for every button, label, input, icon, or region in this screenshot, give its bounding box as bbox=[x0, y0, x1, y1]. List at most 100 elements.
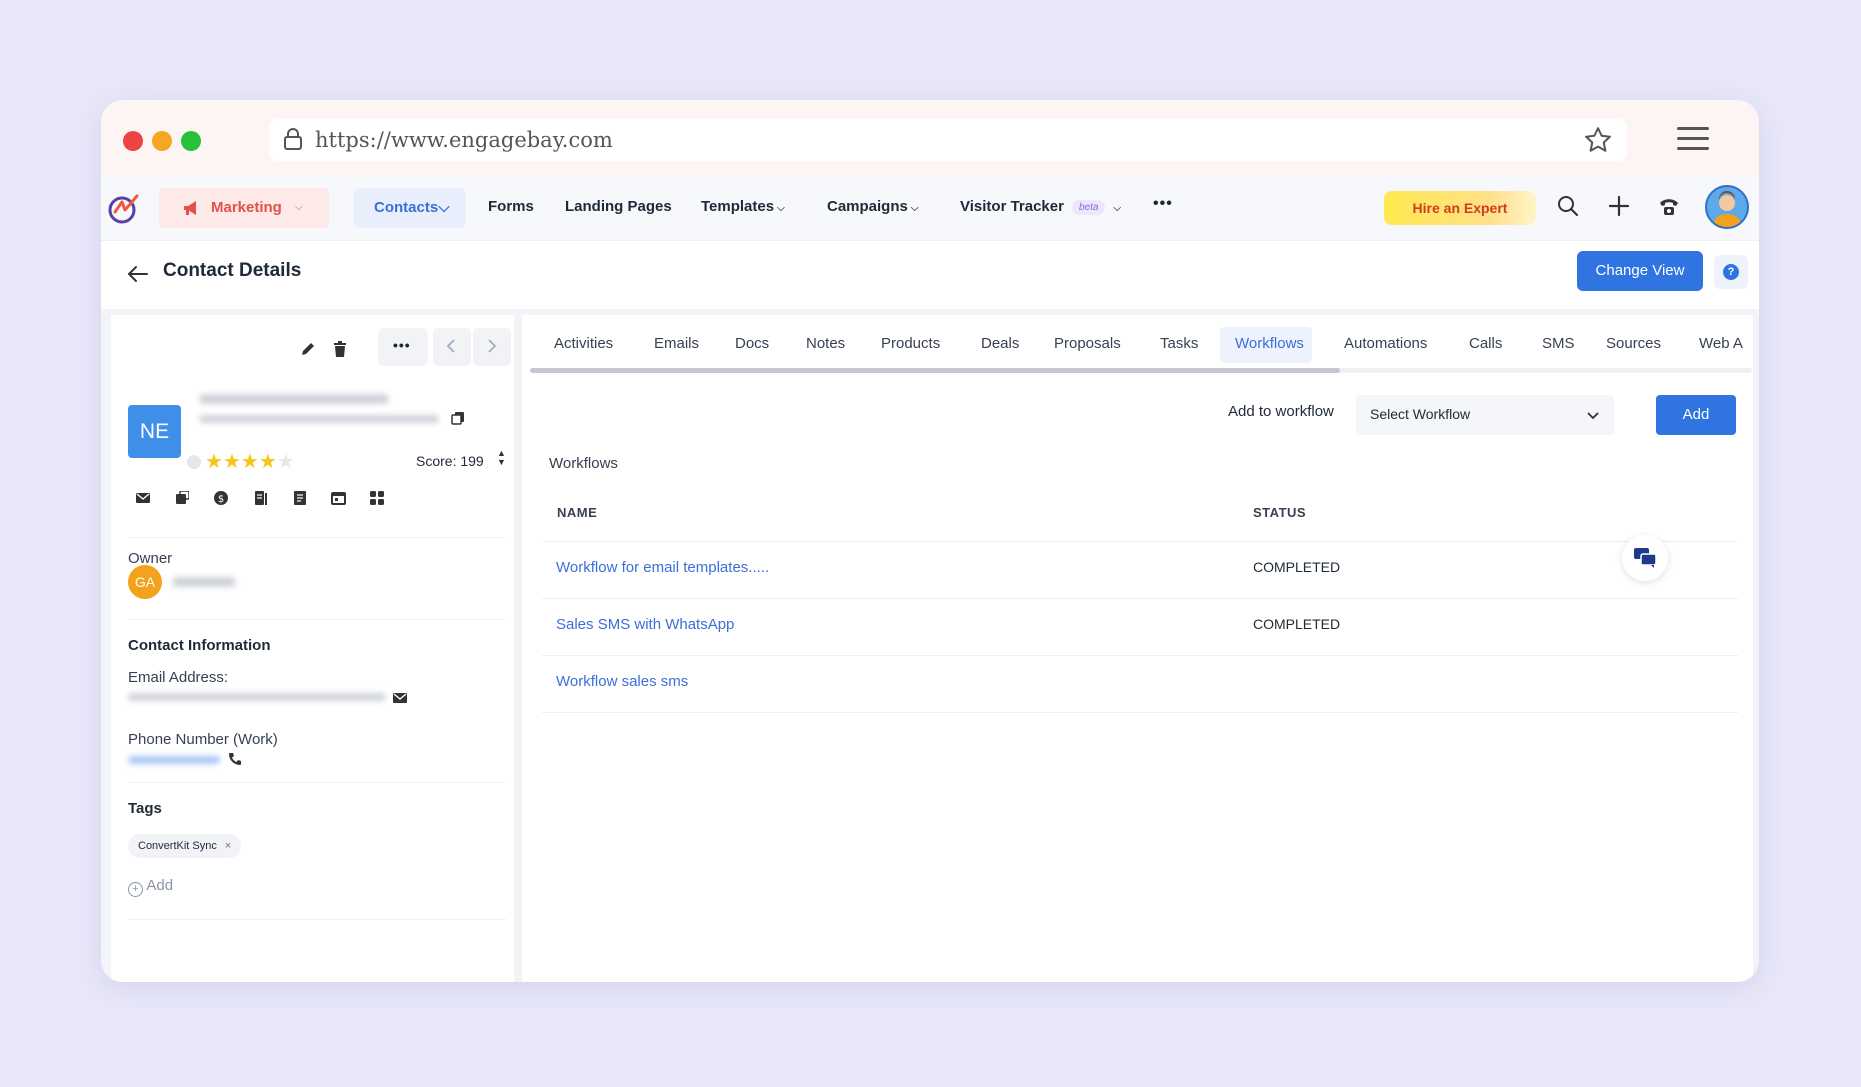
contact-name-redacted bbox=[199, 394, 389, 404]
tab-activities[interactable]: Activities bbox=[554, 335, 613, 352]
nav-contacts[interactable]: Contacts⌵ bbox=[354, 188, 466, 228]
maximize-window-dot[interactable] bbox=[181, 131, 201, 151]
phone-call-icon[interactable] bbox=[228, 752, 242, 771]
score-label: Score: 199 bbox=[416, 453, 484, 469]
document-icon[interactable] bbox=[254, 491, 268, 510]
tab-proposals[interactable]: Proposals bbox=[1054, 335, 1121, 352]
workflow-link[interactable]: Sales SMS with WhatsApp bbox=[556, 616, 734, 633]
bookmark-star-icon[interactable] bbox=[1583, 125, 1613, 160]
url-text: https://www.engagebay.com bbox=[315, 128, 613, 152]
tab-workflows[interactable]: Workflows bbox=[1235, 335, 1304, 352]
note-icon[interactable] bbox=[294, 491, 306, 510]
chevron-down-icon bbox=[1586, 408, 1600, 426]
engagebay-logo-icon[interactable] bbox=[107, 192, 141, 229]
remove-tag-icon[interactable]: × bbox=[225, 840, 231, 852]
email-envelope-icon[interactable] bbox=[393, 691, 407, 709]
tag-chip[interactable]: ConvertKit Sync × bbox=[128, 834, 242, 858]
star-rating[interactable]: ★★★★★ bbox=[205, 449, 295, 474]
minimize-window-dot[interactable] bbox=[152, 131, 172, 151]
delete-trash-icon[interactable] bbox=[333, 341, 347, 362]
nav-templates[interactable]: Templates ⌵ bbox=[701, 198, 785, 215]
tab-docs[interactable]: Docs bbox=[735, 335, 769, 352]
score-stepper-icon[interactable]: ▲ ▼ bbox=[497, 449, 506, 467]
menu-hamburger-icon[interactable] bbox=[1677, 126, 1709, 157]
module-label: Marketing bbox=[211, 199, 282, 216]
page-header: Contact Details Change View ? bbox=[101, 241, 1759, 309]
chevron-left-icon bbox=[446, 338, 456, 359]
tab-deals[interactable]: Deals bbox=[981, 335, 1019, 352]
star-filled-icon[interactable]: ★ bbox=[223, 451, 241, 473]
close-window-dot[interactable] bbox=[123, 131, 143, 151]
dollar-icon[interactable]: $ bbox=[214, 491, 228, 510]
column-header-name: NAME bbox=[557, 505, 598, 520]
chevron-down-icon: ⌵ bbox=[295, 202, 303, 213]
tab-bar: Activities Emails Docs Notes Products De… bbox=[522, 315, 1753, 379]
ticket-icon[interactable] bbox=[370, 491, 384, 510]
star-filled-icon[interactable]: ★ bbox=[259, 451, 277, 473]
nav-visitor-tracker[interactable]: Visitor Tracker beta ⌵ bbox=[960, 198, 1121, 215]
tab-calls[interactable]: Calls bbox=[1469, 335, 1502, 352]
workflow-link[interactable]: Workflow sales sms bbox=[556, 673, 688, 690]
back-arrow-icon[interactable] bbox=[127, 264, 149, 289]
owner-avatar[interactable]: GA bbox=[128, 565, 162, 599]
calendar-icon[interactable] bbox=[331, 491, 346, 510]
contact-email-redacted bbox=[199, 415, 439, 423]
content-area: ••• NE ★★★★★ Score: 199 ▲ ▼ $ Owner GA C… bbox=[101, 309, 1759, 982]
module-switcher-marketing[interactable]: Marketing ⌵ bbox=[159, 188, 329, 228]
star-filled-icon[interactable]: ★ bbox=[241, 451, 259, 473]
next-contact-button[interactable] bbox=[473, 328, 511, 366]
email-value-redacted bbox=[128, 693, 386, 701]
phone-value-redacted[interactable] bbox=[128, 756, 220, 764]
tab-sms[interactable]: SMS bbox=[1542, 335, 1575, 352]
nav-forms[interactable]: Forms bbox=[488, 198, 534, 215]
tab-web-activity[interactable]: Web A bbox=[1699, 335, 1745, 352]
email-label: Email Address: bbox=[128, 669, 229, 686]
tab-emails[interactable]: Emails bbox=[654, 335, 699, 352]
contact-info-title: Contact Information bbox=[128, 637, 271, 654]
change-view-button[interactable]: Change View bbox=[1577, 251, 1703, 291]
add-workflow-button[interactable]: Add bbox=[1656, 395, 1736, 435]
chevron-down-icon: ⌵ bbox=[777, 203, 785, 214]
address-bar[interactable]: https://www.engagebay.com bbox=[269, 119, 1627, 161]
nav-campaigns[interactable]: Campaigns ⌵ bbox=[827, 198, 918, 215]
tab-scrollbar-thumb[interactable] bbox=[530, 368, 1340, 373]
search-icon[interactable] bbox=[1556, 194, 1580, 223]
more-options-button[interactable]: ••• bbox=[378, 328, 428, 366]
app-navbar: Marketing ⌵ Contacts⌵ Forms Landing Page… bbox=[101, 176, 1759, 241]
beta-badge: beta bbox=[1071, 199, 1106, 215]
chat-widget-button[interactable] bbox=[1622, 535, 1668, 581]
plus-icon[interactable] bbox=[1607, 194, 1631, 223]
tab-tasks[interactable]: Tasks bbox=[1160, 335, 1198, 352]
add-deal-icon[interactable] bbox=[175, 490, 190, 510]
owner-label: Owner bbox=[128, 550, 173, 567]
help-button[interactable]: ? bbox=[1714, 255, 1748, 289]
divider bbox=[128, 782, 506, 783]
divider bbox=[128, 919, 506, 920]
nav-landing-pages[interactable]: Landing Pages bbox=[565, 198, 672, 215]
workflow-select[interactable]: Select Workflow bbox=[1356, 395, 1614, 435]
user-avatar[interactable] bbox=[1705, 185, 1749, 229]
workflow-link[interactable]: Workflow for email templates..... bbox=[556, 559, 769, 576]
edit-pencil-icon[interactable] bbox=[300, 341, 316, 362]
copy-icon[interactable] bbox=[451, 411, 465, 430]
nav-more-icon[interactable]: ••• bbox=[1153, 195, 1173, 213]
table-row: Workflow sales sms bbox=[542, 655, 1738, 713]
chevron-down-icon: ⌵ bbox=[910, 203, 919, 214]
previous-contact-button[interactable] bbox=[433, 328, 471, 366]
nav-campaigns-label: Campaigns bbox=[827, 198, 908, 215]
workflow-status: COMPLETED bbox=[1253, 559, 1341, 575]
chevron-down-icon: ⌵ bbox=[438, 199, 450, 216]
tab-notes[interactable]: Notes bbox=[806, 335, 845, 352]
hire-expert-label: Hire an Expert bbox=[1412, 200, 1508, 216]
rating-clear-icon[interactable] bbox=[187, 455, 201, 469]
lock-icon bbox=[283, 127, 303, 156]
send-email-icon[interactable] bbox=[136, 491, 150, 509]
hire-expert-button[interactable]: Hire an Expert bbox=[1384, 191, 1536, 225]
tab-products[interactable]: Products bbox=[881, 335, 940, 352]
add-tag-button[interactable]: + Add bbox=[128, 877, 173, 897]
tab-automations[interactable]: Automations bbox=[1344, 335, 1427, 352]
phone-dialer-icon[interactable] bbox=[1657, 194, 1681, 223]
tab-sources[interactable]: Sources bbox=[1606, 335, 1661, 352]
star-empty-icon[interactable]: ★ bbox=[277, 451, 295, 473]
star-filled-icon[interactable]: ★ bbox=[205, 451, 223, 473]
